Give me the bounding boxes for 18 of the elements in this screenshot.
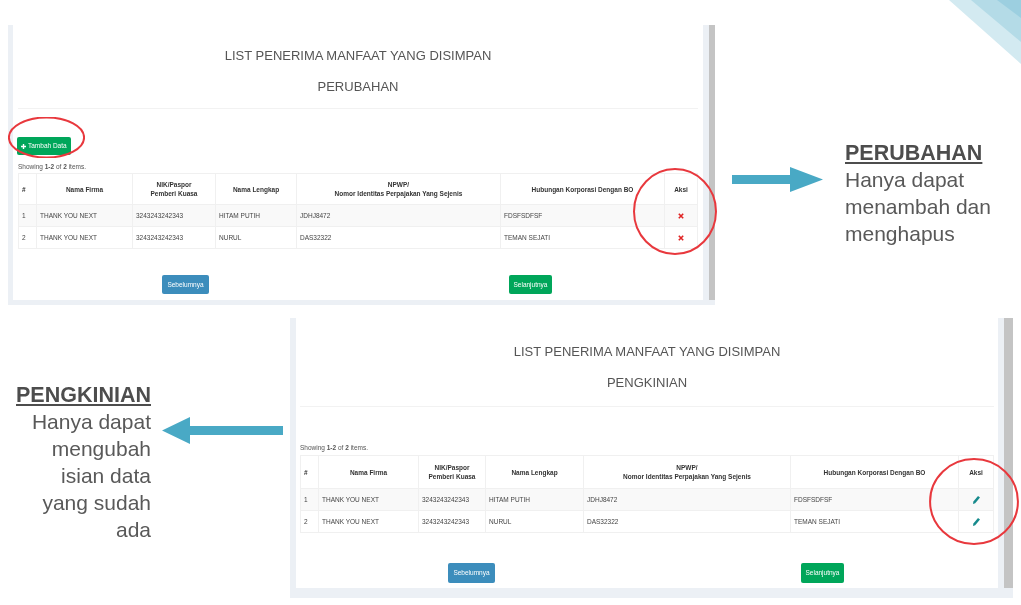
page-title: LIST PENERIMA MANFAAT YANG DISIMPAN: [224, 48, 492, 64]
note-heading: PENGKINIAN: [15, 382, 151, 408]
note-text: Hanya dapat mengubah isian data yang sudah ada: [30, 409, 151, 543]
left-arrow-icon: [162, 417, 283, 444]
cross-icon[interactable]: [678, 212, 684, 219]
page-title: LIST PENERIMA MANFAAT YANG DISIMPAN: [513, 344, 781, 360]
page-subtitle: PERUBAHAN: [317, 79, 399, 95]
scrollbar[interactable]: [1004, 318, 1013, 588]
plus-icon: [21, 143, 26, 149]
right-arrow-icon: [732, 167, 823, 192]
scrollbar[interactable]: [709, 25, 715, 300]
cross-icon[interactable]: [678, 234, 684, 241]
note-heading: PERUBAHAN: [845, 140, 984, 166]
pencil-icon[interactable]: [972, 517, 980, 526]
corner-decoration: [949, 0, 1021, 64]
note-text: Hanya dapat menambah dan menghapus: [845, 167, 992, 247]
pencil-icon[interactable]: [972, 495, 980, 504]
page-subtitle: PENGKINIAN: [606, 375, 688, 391]
